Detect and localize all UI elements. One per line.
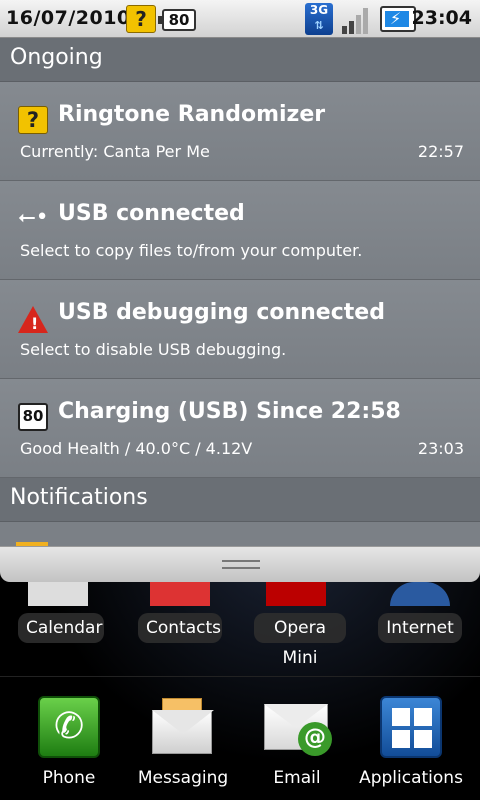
usb-icon: ⭠•	[18, 205, 49, 230]
dock-label-messaging[interactable]: Messaging	[123, 768, 243, 788]
internet-icon[interactable]	[390, 582, 450, 606]
panel-drag-handle[interactable]	[0, 546, 480, 582]
notification-charging[interactable]: 80 Charging (USB) Since 22:58 Good Healt…	[0, 379, 480, 478]
grip-icon	[222, 560, 260, 569]
notifications-header: Notifications	[0, 478, 480, 522]
dock-label-phone[interactable]: Phone	[9, 768, 129, 788]
app-label-internet[interactable]: Internet	[378, 613, 462, 643]
signal-icon	[342, 6, 372, 34]
warning-icon: !	[18, 306, 48, 334]
home-screen: Calendar Contacts Opera Mini Internet ✆ …	[0, 546, 480, 800]
notification-ringtone-randomizer[interactable]: ? Ringtone Randomizer Currently: Canta P…	[0, 82, 480, 181]
email-icon[interactable]: @	[264, 696, 332, 758]
notification-time: 22:57	[417, 142, 464, 161]
question-icon: ?	[18, 106, 48, 134]
contacts-icon[interactable]	[150, 582, 210, 606]
notification-title: USB connected	[58, 201, 245, 226]
phone-icon[interactable]: ✆	[38, 696, 100, 758]
3g-data-icon: 3G ⇅	[305, 3, 333, 35]
app-label-calendar[interactable]: Calendar	[18, 613, 104, 643]
notification-title: USB debugging connected	[58, 300, 385, 325]
dock-label-applications[interactable]: Applications	[351, 768, 471, 788]
workspace-icons-row	[0, 582, 480, 612]
applications-icon[interactable]	[380, 696, 442, 758]
question-icon: ?	[126, 5, 156, 33]
opera-mini-icon[interactable]	[266, 582, 326, 606]
notification-title: Ringtone Randomizer	[58, 102, 326, 127]
ongoing-header: Ongoing	[0, 38, 480, 82]
notification-usb-debugging[interactable]: ! USB debugging connected Select to disa…	[0, 280, 480, 379]
notification-panel: Ongoing ? Ringtone Randomizer Currently:…	[0, 38, 480, 546]
dock-divider	[0, 676, 480, 677]
status-bar[interactable]: 16/07/2010 ? 80 3G ⇅ ⚡ 23:04	[0, 0, 480, 38]
notification-partial[interactable]	[0, 522, 480, 546]
calendar-icon[interactable]	[28, 582, 88, 606]
messaging-icon[interactable]	[150, 696, 214, 758]
status-date: 16/07/2010	[6, 7, 131, 29]
dock-label-email[interactable]: Email	[237, 768, 357, 788]
battery-icon: 80	[158, 9, 196, 31]
notification-description: Select to disable USB debugging.	[20, 340, 287, 359]
app-label-contacts[interactable]: Contacts	[138, 613, 222, 643]
status-time: 23:04	[411, 7, 472, 29]
app-label-opera-mini[interactable]: Opera Mini	[254, 613, 346, 668]
notification-description: Currently: Canta Per Me	[20, 142, 210, 161]
notification-description: Good Health / 40.0°C / 4.12V	[20, 439, 253, 458]
notification-usb-connected[interactable]: ⭠• USB connected Select to copy files to…	[0, 181, 480, 280]
notification-title: Charging (USB) Since 22:58	[58, 399, 401, 424]
notification-description: Select to copy files to/from your comput…	[20, 241, 363, 260]
battery-icon: 80	[18, 403, 48, 431]
notification-time: 23:03	[417, 439, 464, 458]
